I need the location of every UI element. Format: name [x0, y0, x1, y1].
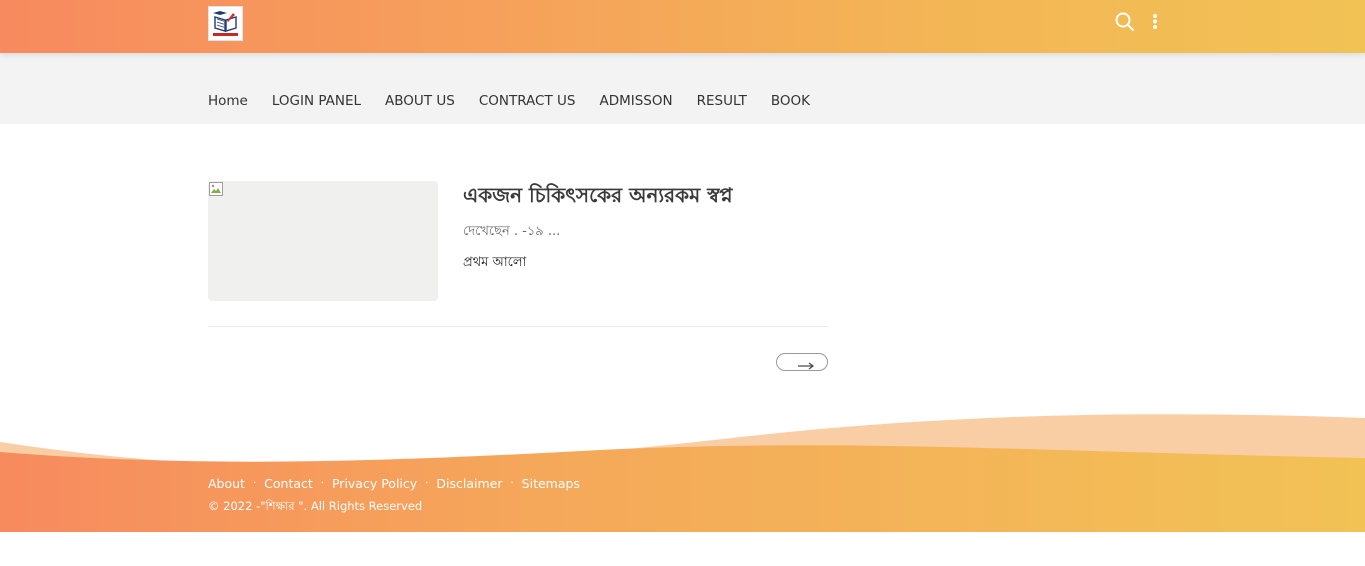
- post-item: একজন চিকিৎসকের অন্যরকম স্বপ্ন দেখেছেন . …: [208, 181, 828, 301]
- nav-item-home[interactable]: Home: [208, 93, 248, 109]
- footer-link-about[interactable]: About: [208, 476, 245, 491]
- main-nav: Home LOGIN PANEL ABOUT US CONTRACT US AD…: [208, 93, 810, 109]
- footer-link-sitemaps[interactable]: Sitemaps: [522, 476, 580, 491]
- footer-separator: ·: [320, 478, 324, 489]
- nav-item-about-us[interactable]: ABOUT US: [385, 93, 455, 109]
- nav-item-contract-us[interactable]: CONTRACT US: [479, 93, 576, 109]
- nav-item-result[interactable]: RESULT: [697, 93, 747, 109]
- site-logo[interactable]: [208, 6, 243, 41]
- more-options-button[interactable]: [1143, 10, 1167, 34]
- post-source: প্রথম আলো: [463, 255, 527, 270]
- post-snippet: দেখেছেন . -১৯ ...: [463, 224, 561, 239]
- footer-separator: ·: [252, 478, 257, 489]
- book-logo-icon: [211, 9, 240, 38]
- post-thumbnail[interactable]: [208, 181, 438, 301]
- search-button[interactable]: [1113, 10, 1137, 34]
- arrow-right-icon: [798, 362, 814, 370]
- next-page-button[interactable]: [776, 353, 828, 371]
- nav-item-login-panel[interactable]: LOGIN PANEL: [272, 93, 361, 109]
- post-title[interactable]: একজন চিকিৎসকের অন্যরকম স্বপ্ন: [463, 181, 733, 214]
- post-divider: [208, 326, 828, 327]
- footer-link-privacy-policy[interactable]: Privacy Policy: [332, 476, 417, 491]
- main-navigation-bar: Home LOGIN PANEL ABOUT US CONTRACT US AD…: [0, 53, 1365, 124]
- top-header: [0, 0, 1365, 53]
- search-icon: [1115, 12, 1134, 31]
- copyright-text: © 2022 -"শিক্ষার ". All Rights Reserved: [208, 499, 423, 513]
- footer-separator: ·: [425, 478, 429, 489]
- footer-links: About · Contact · Privacy Policy · Discl…: [208, 476, 580, 491]
- footer-wave: [0, 414, 1365, 532]
- footer-link-disclaimer[interactable]: Disclaimer: [436, 476, 502, 491]
- nav-item-book[interactable]: BOOK: [771, 93, 810, 109]
- broken-image-icon: [209, 182, 223, 196]
- footer-separator: ·: [510, 478, 514, 489]
- footer-link-contact[interactable]: Contact: [264, 476, 313, 491]
- nav-item-admisson[interactable]: ADMISSON: [599, 93, 672, 109]
- more-vertical-icon: [1153, 14, 1157, 29]
